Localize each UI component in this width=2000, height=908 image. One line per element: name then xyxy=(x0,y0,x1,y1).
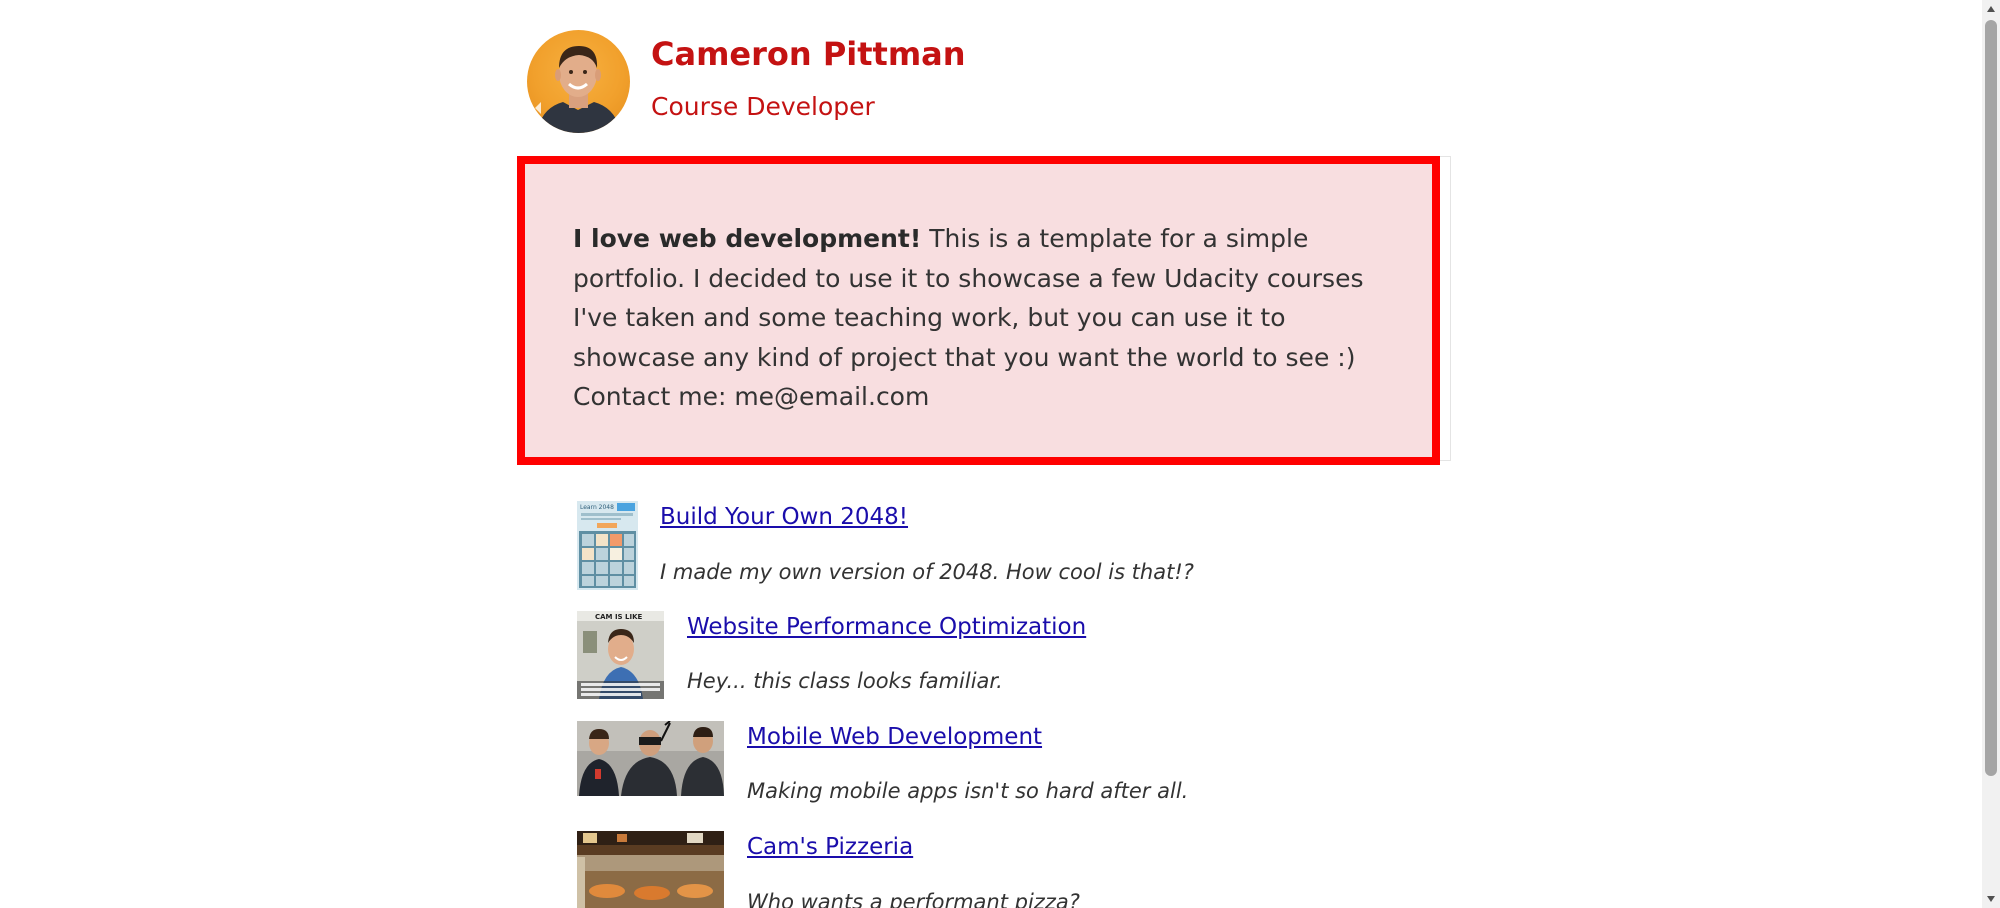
profile-name: Cameron Pittman xyxy=(651,35,966,73)
project-thumbnail-mobile[interactable] xyxy=(577,721,724,796)
project-link-performance[interactable]: Website Performance Optimization xyxy=(687,614,1086,640)
thumb-caption-2048: Learn 2048 xyxy=(580,504,614,511)
chevron-down-icon[interactable] xyxy=(1982,890,2000,908)
project-link-2048[interactable]: Build Your Own 2048! xyxy=(660,504,908,530)
scrollbar-thumb[interactable] xyxy=(1985,20,1997,776)
intro-text: I love web development! This is a templa… xyxy=(573,219,1403,417)
header: Cameron Pittman Course Developer xyxy=(527,30,1427,134)
project-description-mobile: Making mobile apps isn't so hard after a… xyxy=(747,779,1189,803)
intro-bold-lead: I love web development! xyxy=(573,224,922,253)
contact-line: Contact me: me@email.com xyxy=(573,382,930,411)
project-thumbnail-2048[interactable]: Learn 2048 xyxy=(577,501,638,590)
intro-highlight-box: I love web development! This is a templa… xyxy=(517,156,1440,465)
project-thumbnail-performance[interactable]: CAM IS LIKE xyxy=(577,611,664,699)
portfolio-page: Cameron Pittman Course Developer I love … xyxy=(0,0,2000,908)
chevron-up-icon[interactable] xyxy=(1982,0,2000,18)
profile-role: Course Developer xyxy=(651,92,875,121)
project-description-performance: Hey... this class looks familiar. xyxy=(687,669,1003,693)
project-description-2048: I made my own version of 2048. How cool … xyxy=(660,560,1194,584)
thumb-caption-performance: CAM IS LIKE xyxy=(595,613,643,621)
vertical-scrollbar[interactable] xyxy=(1982,0,2000,908)
project-link-pizzeria[interactable]: Cam's Pizzeria xyxy=(747,834,913,860)
avatar xyxy=(527,30,630,133)
project-link-mobile[interactable]: Mobile Web Development xyxy=(747,724,1042,750)
project-thumbnail-pizzeria[interactable] xyxy=(577,831,724,908)
project-description-pizzeria: Who wants a performant pizza? xyxy=(747,890,1080,908)
